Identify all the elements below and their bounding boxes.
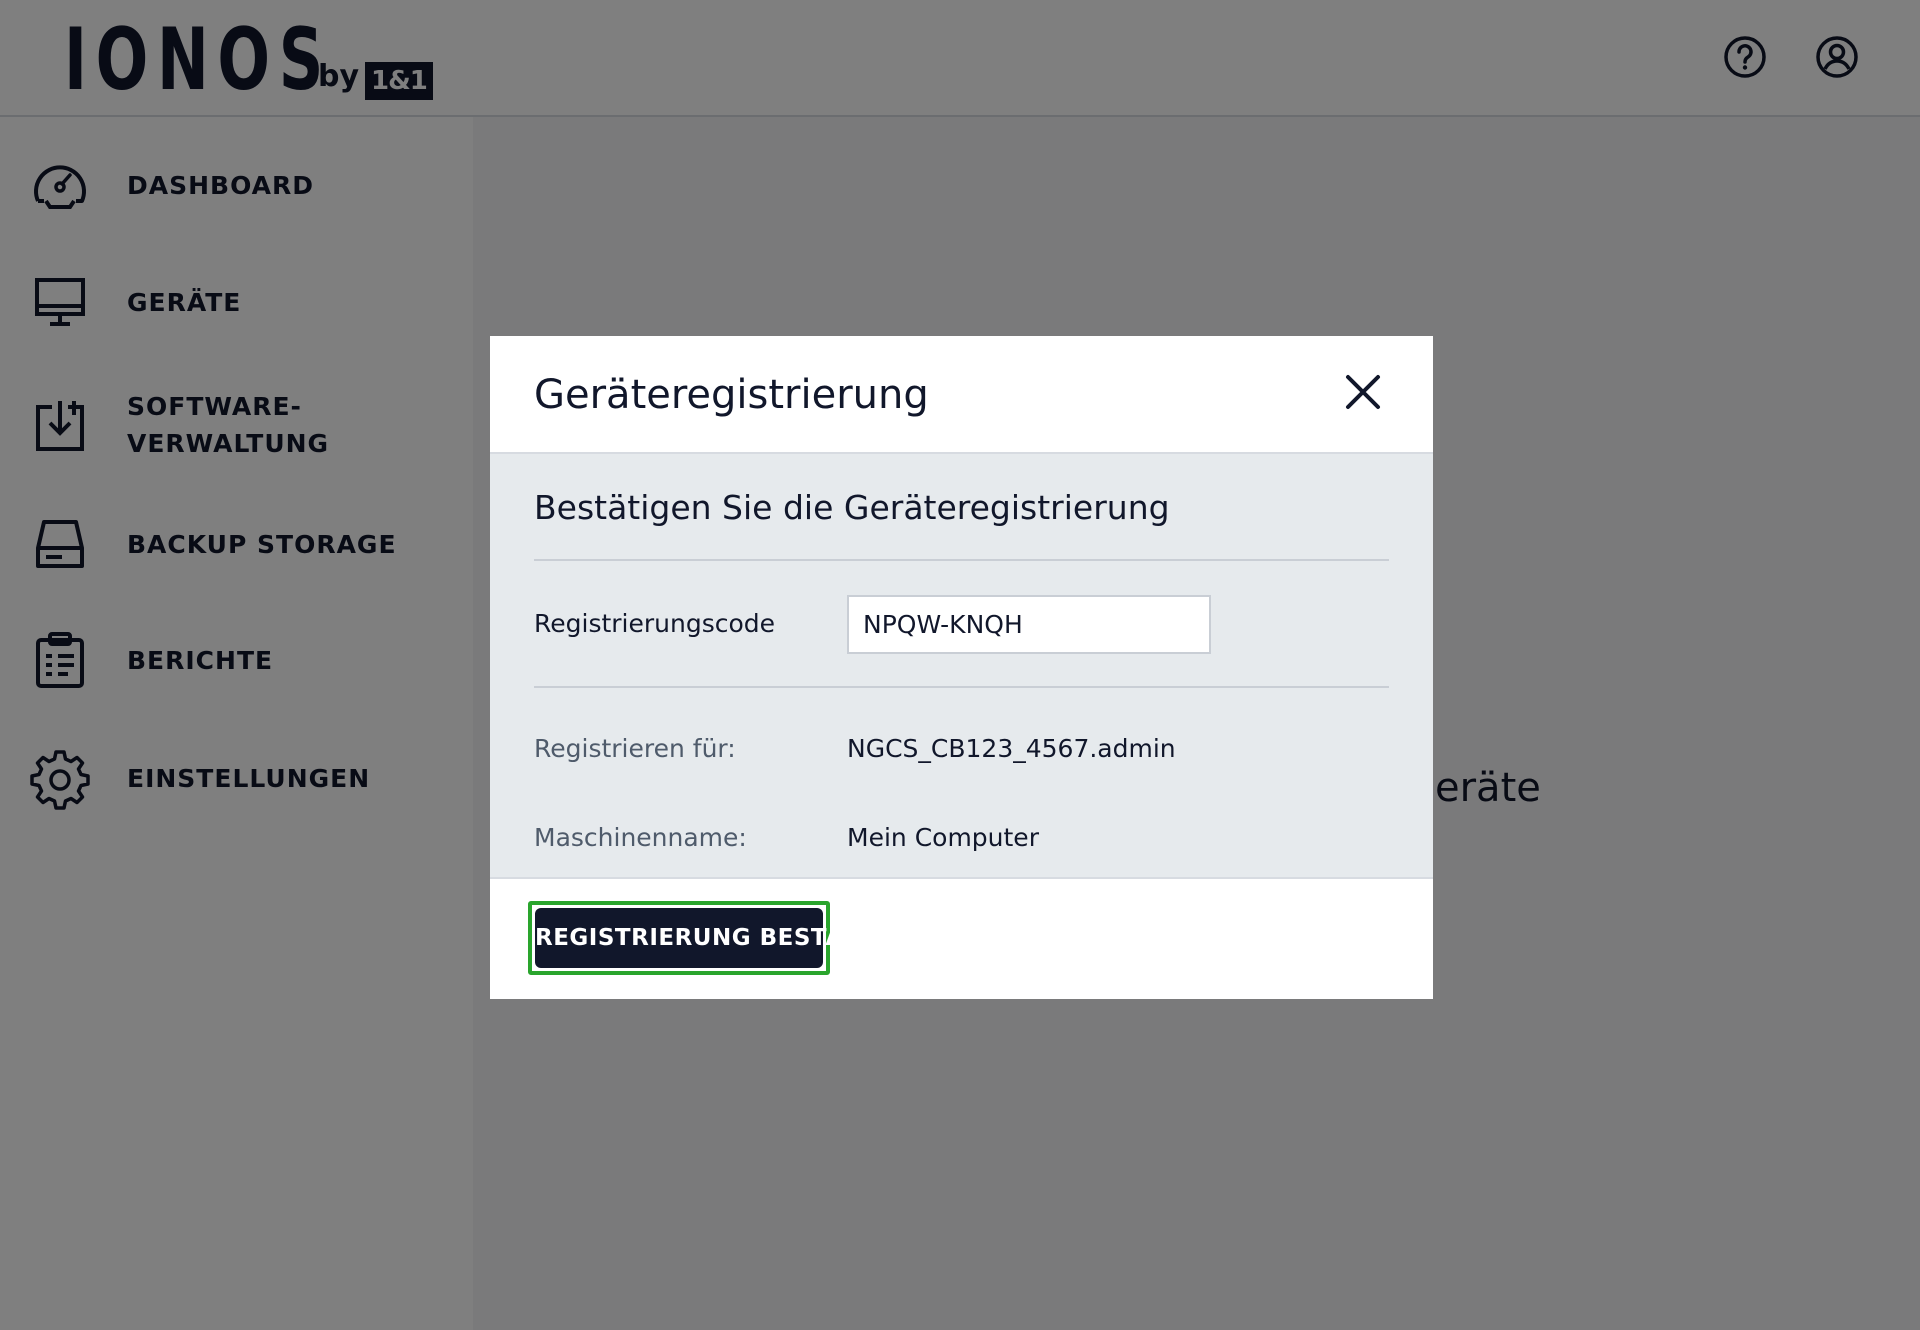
confirm-registration-button[interactable]: REGISTRIERUNG BESTÄTIGEN: [535, 908, 922, 968]
machine-name-value: Mein Computer: [847, 823, 1039, 852]
registration-code-label: Registrierungscode: [534, 609, 776, 638]
modal-footer: REGISTRIERUNG BESTÄTIGEN: [490, 879, 1433, 999]
close-icon[interactable]: [1343, 372, 1383, 412]
confirm-button-highlight: REGISTRIERUNG BESTÄTIGEN: [528, 901, 922, 975]
device-registration-modal: Geräteregistrierung Bestätigen Sie die G…: [490, 336, 1433, 999]
machine-name-label: Maschinenname:: [534, 823, 747, 852]
divider: [534, 686, 1389, 688]
divider: [534, 559, 1389, 561]
modal-body: Bestätigen Sie die Geräteregistrierung R…: [490, 454, 1433, 879]
modal-title: Geräteregistrierung: [534, 372, 929, 418]
registration-code-input[interactable]: [847, 595, 1211, 654]
register-for-label: Registrieren für:: [534, 734, 736, 763]
modal-header: Geräteregistrierung: [490, 336, 1433, 454]
register-for-value: NGCS_CB123_4567.admin: [847, 734, 1176, 763]
section-title: Bestätigen Sie die Geräteregistrierung: [534, 488, 1170, 527]
